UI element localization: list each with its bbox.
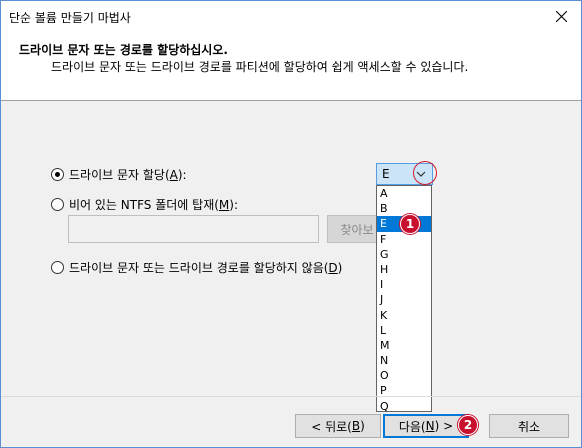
cancel-button[interactable]: 취소 [489, 414, 569, 438]
assign-letter-option[interactable]: 드라이브 문자 할당(A): [51, 166, 187, 183]
mount-ntfs-option[interactable]: 비어 있는 NTFS 폴더에 탑재(M): [51, 196, 238, 213]
no-assign-option[interactable]: 드라이브 문자 또는 드라이브 경로를 할당하지 않음(D) [51, 259, 342, 276]
wizard-body: 드라이브 문자 할당(A): 비어 있는 NTFS 폴더에 탑재(M): 찾아보… [1, 102, 581, 396]
assign-letter-radio[interactable] [51, 168, 64, 181]
page-subtitle: 드라이브 문자 또는 드라이브 경로를 파티션에 할당하여 쉽게 액세스할 수 … [51, 60, 469, 74]
close-button[interactable] [541, 1, 581, 31]
dropdown-option[interactable]: I [377, 277, 431, 292]
no-assign-label: 드라이브 문자 또는 드라이브 경로를 할당하지 않음(D) [69, 261, 343, 275]
dropdown-option[interactable]: H [377, 262, 431, 277]
title-bar: 단순 볼륨 만들기 마법사 [1, 1, 581, 31]
dropdown-option[interactable]: L [377, 323, 431, 338]
mount-ntfs-label: 비어 있는 NTFS 폴더에 탑재(M): [69, 198, 239, 212]
mount-ntfs-radio[interactable] [51, 198, 64, 211]
wizard-window: 단순 볼륨 만들기 마법사 드라이브 문자 또는 경로를 할당하십시오. 드라이… [0, 0, 582, 448]
annotation-badge-1: 1 [400, 214, 420, 234]
page-title: 드라이브 문자 또는 경로를 할당하십시오. [19, 43, 228, 57]
dropdown-option[interactable]: M [377, 338, 431, 353]
dropdown-option[interactable]: J [377, 292, 431, 307]
close-icon [555, 10, 567, 22]
wizard-footer: < 뒤로(B) 다음(N) > 취소 [1, 396, 581, 447]
annotation-badge-2: 2 [458, 415, 478, 435]
dropdown-option[interactable]: O [377, 368, 431, 383]
dropdown-option[interactable]: G [377, 247, 431, 262]
folder-path-input[interactable] [68, 215, 319, 243]
no-assign-radio[interactable] [51, 261, 64, 274]
dropdown-option[interactable]: N [377, 353, 431, 368]
dropdown-option[interactable]: A [377, 186, 431, 201]
wizard-header: 드라이브 문자 또는 경로를 할당하십시오. 드라이브 문자 또는 드라이브 경… [1, 31, 581, 101]
dropdown-option[interactable]: B [377, 201, 431, 216]
drive-letter-value: E [382, 167, 390, 181]
back-button[interactable]: < 뒤로(B) [295, 414, 381, 438]
highlight-circle [413, 161, 437, 185]
window-title: 단순 볼륨 만들기 마법사 [9, 11, 131, 25]
assign-letter-label: 드라이브 문자 할당(A): [69, 168, 187, 182]
next-button[interactable]: 다음(N) > [383, 414, 469, 438]
dropdown-option[interactable]: K [377, 308, 431, 323]
dropdown-option[interactable]: F [377, 232, 431, 247]
